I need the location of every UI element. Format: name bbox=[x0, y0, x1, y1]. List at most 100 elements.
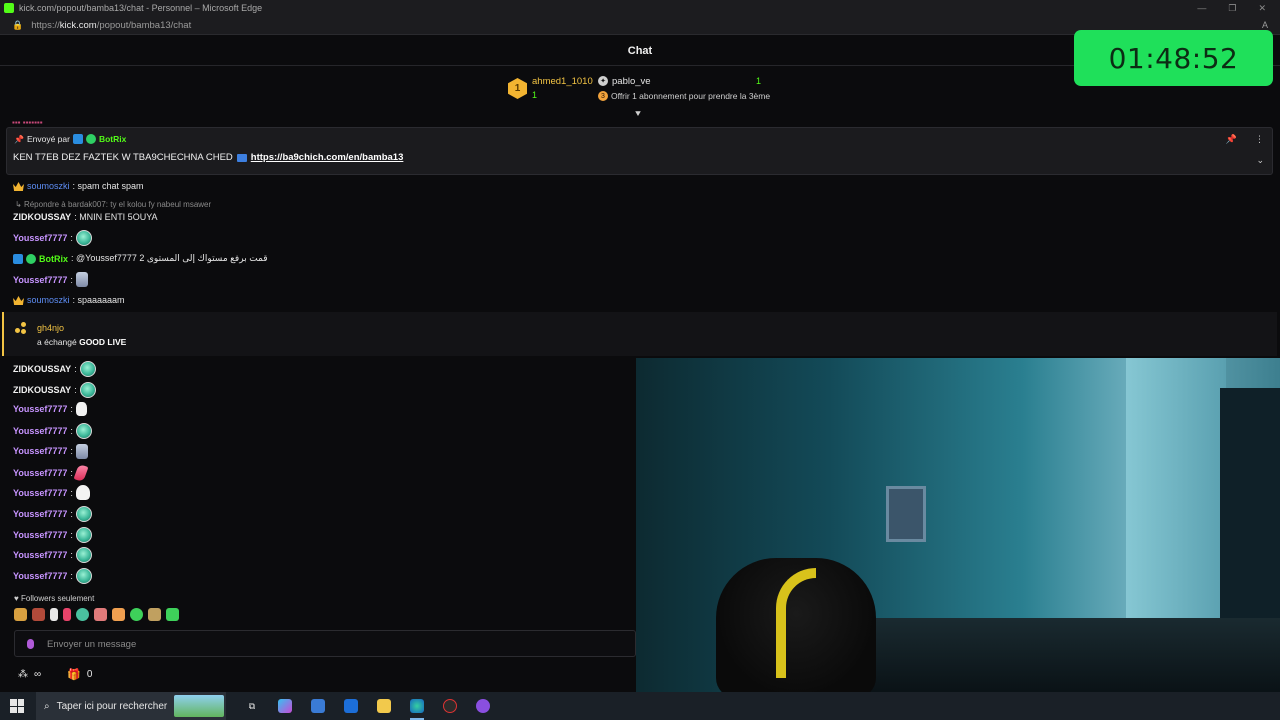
trash-emote-icon[interactable] bbox=[75, 443, 88, 459]
globe-emote-icon[interactable] bbox=[75, 526, 92, 543]
channel-points-icon[interactable]: ⁂ bbox=[18, 669, 28, 680]
message-username[interactable]: Youssef7777 bbox=[13, 404, 67, 414]
chat-message: Youssef7777: bbox=[13, 547, 92, 564]
chat-message: Youssef7777: bbox=[13, 505, 92, 522]
message-username[interactable]: Youssef7777 bbox=[13, 275, 67, 285]
more-options-icon[interactable]: ⋮ bbox=[1255, 134, 1264, 145]
chat-message: ZIDKOUSSAY: MNIN ENTI 5OUYA bbox=[13, 212, 158, 222]
gift-icon[interactable]: 🎁 bbox=[67, 668, 81, 681]
chat-footer: ⁂ ∞ 🎁 0 bbox=[18, 668, 92, 681]
monkey-emote-icon[interactable] bbox=[148, 608, 161, 621]
video-chair-stripe bbox=[776, 568, 816, 678]
message-colon: : bbox=[70, 446, 73, 457]
task-view-icon[interactable]: ⧉ bbox=[245, 699, 259, 713]
ghost-emote-icon[interactable] bbox=[50, 608, 58, 621]
quick-emote-bar bbox=[14, 608, 179, 621]
globe-emote-icon[interactable] bbox=[75, 568, 92, 584]
message-username[interactable]: Youssef7777 bbox=[13, 550, 67, 560]
message-username[interactable]: Youssef7777 bbox=[13, 530, 67, 540]
message-username[interactable]: ZIDKOUSSAY bbox=[13, 364, 71, 374]
message-username[interactable]: Youssef7777 bbox=[13, 468, 67, 478]
pinned-sender[interactable]: BotRix bbox=[99, 134, 126, 144]
globe-emote-icon[interactable] bbox=[76, 608, 89, 621]
message-text: : bbox=[70, 274, 73, 285]
second-gifter-name[interactable]: pablo_ve bbox=[612, 76, 651, 87]
video-desk bbox=[836, 618, 1280, 692]
pinned-sent-by-label: Envoyé par bbox=[26, 134, 70, 144]
reward-username[interactable]: gh4njo bbox=[37, 323, 64, 333]
edge-icon[interactable] bbox=[410, 699, 424, 720]
pinned-header: 📌 Envoyé par BotRix bbox=[14, 134, 126, 144]
message-colon: : bbox=[70, 426, 73, 437]
pink-emote-icon[interactable] bbox=[63, 608, 71, 621]
message-input[interactable] bbox=[47, 635, 627, 653]
globe-emote-icon[interactable] bbox=[75, 505, 92, 522]
hotdog-emote-icon[interactable] bbox=[112, 608, 125, 621]
message-username[interactable]: Youssef7777 bbox=[13, 233, 67, 243]
channel-points-icon bbox=[15, 322, 27, 334]
store-icon[interactable] bbox=[311, 699, 325, 713]
windows-start-icon[interactable] bbox=[10, 699, 24, 713]
crown-badge-icon bbox=[13, 182, 24, 191]
message-colon: : bbox=[70, 550, 73, 561]
url-text[interactable]: https://kick.com/popout/bamba13/chat bbox=[31, 20, 191, 31]
cutoff-message: ▪▪▪ ▪▪▪▪▪▪▪ bbox=[12, 118, 43, 126]
reply-hint[interactable]: ↳ Répondre à bardak007: ty el kolou fy n… bbox=[15, 200, 211, 209]
search-icon: ⌕ bbox=[44, 700, 50, 712]
close-button[interactable]: ✕ bbox=[1258, 3, 1266, 14]
taskbar-search[interactable]: ⌕ Taper ici pour rechercher bbox=[36, 692, 226, 720]
messenger-icon[interactable] bbox=[476, 699, 490, 713]
taskbar-search-text: Taper ici pour rechercher bbox=[56, 700, 168, 712]
outlook-icon[interactable] bbox=[344, 699, 358, 713]
voice-icon[interactable] bbox=[27, 639, 34, 649]
kick-emote-icon[interactable] bbox=[166, 608, 179, 621]
reward-text: a échangé GOOD LIVE bbox=[37, 337, 126, 347]
read-aloud-icon[interactable]: A bbox=[1262, 20, 1268, 30]
subscription-offer-text[interactable]: Offrir 1 abonnement pour prendre la 3ème bbox=[611, 91, 770, 101]
message-username[interactable]: soumoszki bbox=[27, 181, 70, 191]
face-emote-icon[interactable] bbox=[32, 608, 45, 621]
message-text: : MNIN ENTI 5OUYA bbox=[74, 212, 158, 222]
globe-emote-icon[interactable] bbox=[75, 423, 92, 440]
message-username[interactable]: BotRix bbox=[39, 254, 68, 264]
clock-app-icon[interactable] bbox=[443, 699, 457, 713]
lock-icon: 🔒 bbox=[12, 19, 24, 30]
message-username[interactable]: Youssef7777 bbox=[13, 509, 67, 519]
message-username[interactable]: Youssef7777 bbox=[13, 571, 67, 581]
minimize-button[interactable]: — bbox=[1197, 3, 1206, 14]
message-username[interactable]: ZIDKOUSSAY bbox=[13, 212, 71, 222]
followers-only-text: Followers seulement bbox=[20, 594, 95, 603]
pink-emote-icon[interactable] bbox=[73, 463, 89, 482]
crown-emote-icon[interactable] bbox=[14, 608, 27, 621]
collapse-leaderboard-icon[interactable]: ⯆ bbox=[634, 109, 642, 120]
globe-emote-icon[interactable] bbox=[75, 230, 92, 246]
pinned-actions: 📌 ⋮ bbox=[1226, 134, 1264, 145]
top-gifter-name[interactable]: ahmed1_1010 bbox=[532, 76, 593, 87]
copilot-icon[interactable] bbox=[278, 699, 292, 713]
gifts-count: 0 bbox=[86, 669, 93, 680]
message-username[interactable]: soumoszki bbox=[27, 295, 70, 305]
window-titlebar: kick.com/popout/bamba13/chat - Personnel… bbox=[0, 0, 1280, 16]
message-colon: : bbox=[74, 384, 77, 395]
expand-pinned-icon[interactable]: ⌄ bbox=[1256, 155, 1264, 166]
hand-emote-icon[interactable] bbox=[94, 608, 107, 621]
mask-emote-icon[interactable] bbox=[75, 485, 90, 501]
chat-message: soumoszki: spam chat spam bbox=[13, 181, 144, 191]
subscription-offer-icon: 3 bbox=[598, 91, 608, 101]
file-explorer-icon[interactable] bbox=[377, 699, 391, 713]
chat-message: BotRix: @Youssef7777 قمت برفع مستواك إلى… bbox=[13, 253, 268, 264]
pinned-link[interactable]: https://ba9chich.com/en/bamba13 bbox=[251, 152, 404, 163]
globe-emote-icon[interactable] bbox=[75, 547, 92, 564]
ghost-emote-icon[interactable] bbox=[75, 402, 87, 417]
second-gifter-count: 1 bbox=[756, 76, 762, 86]
globe-emote-icon[interactable] bbox=[79, 381, 96, 398]
maximize-button[interactable]: ❐ bbox=[1228, 3, 1236, 14]
message-username[interactable]: Youssef7777 bbox=[13, 426, 67, 436]
globe-emote-icon[interactable] bbox=[79, 361, 96, 377]
message-username[interactable]: ZIDKOUSSAY bbox=[13, 385, 71, 395]
green-emote-icon[interactable] bbox=[130, 608, 143, 621]
message-username[interactable]: Youssef7777 bbox=[13, 446, 67, 456]
trash-emote-icon[interactable] bbox=[75, 272, 88, 287]
unpin-icon[interactable]: 📌 bbox=[1226, 134, 1237, 145]
message-username[interactable]: Youssef7777 bbox=[13, 488, 67, 498]
